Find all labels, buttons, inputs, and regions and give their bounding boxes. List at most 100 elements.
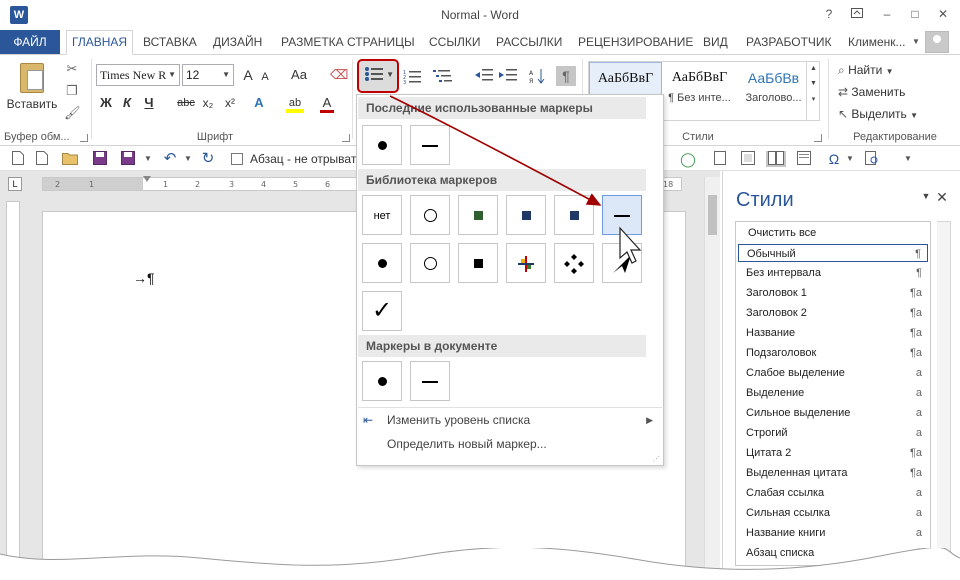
tab-review[interactable]: РЕЦЕНЗИРОВАНИЕ [578,30,693,54]
underline-button[interactable]: Ч [142,93,156,113]
bullet-option-green-square[interactable] [458,195,498,235]
bullet-option-checkmark[interactable]: ✓ [362,291,402,331]
style-item[interactable]: Подзаголовок ¶a [738,344,928,362]
format-painter-icon[interactable]: 🖌 [64,105,81,121]
bold-button[interactable]: Ж [98,93,114,113]
style-item[interactable]: Цитата 2 ¶a [738,444,928,462]
style-heading1-sample[interactable]: АаБбВв Заголово... [737,62,810,120]
undo-icon[interactable]: ↶ [162,151,178,167]
save-as-icon[interactable] [120,151,136,167]
bullet-option-diamond[interactable] [554,243,594,283]
chevron-down-icon[interactable]: ▼ [886,67,894,76]
bullet-option-arrowhead[interactable] [602,243,642,283]
web-layout-icon[interactable] [796,151,812,167]
clipboard-launcher-icon[interactable] [80,134,88,142]
styles-launcher-icon[interactable] [814,134,822,142]
increase-indent-icon[interactable] [498,68,518,84]
repeat-icon[interactable]: ↻ [200,151,216,167]
bullet-option-doc-dash[interactable] [410,361,450,401]
page-view-icon[interactable] [740,151,756,167]
bullet-option-circle[interactable] [410,195,450,235]
two-pages-icon[interactable] [766,151,786,167]
style-item[interactable]: Слабое выделение a [738,364,928,382]
scrollbar-thumb[interactable] [708,195,717,235]
style-no-spacing-sample[interactable]: АаБбВвГ ¶ Без инте... [663,62,736,120]
page-icon[interactable] [712,151,728,167]
style-item[interactable]: Выделение a [738,384,928,402]
help-icon[interactable]: ? [818,5,840,23]
symbol-icon[interactable]: Ω [826,151,842,167]
resize-grip-icon[interactable]: ⋰ [653,455,660,463]
shrink-font-button[interactable]: A [258,67,272,87]
chevron-down-icon[interactable]: ▼ [386,70,394,79]
highlight-button[interactable]: ab [286,93,304,113]
multilevel-list-icon[interactable] [432,68,454,84]
first-line-indent-marker[interactable] [143,176,151,182]
tab-file[interactable]: ФАЙЛ [0,30,60,54]
text-effects-button[interactable]: A [252,93,266,113]
style-item[interactable]: Название ¶a [738,324,928,342]
style-item[interactable]: Очистить все [738,224,928,242]
bullet-option-dash[interactable] [410,125,450,165]
styles-list-scrollbar[interactable] [937,221,951,566]
circle-shape-icon[interactable]: ◯ [680,151,696,167]
strikethrough-button[interactable]: abc [176,93,196,113]
vertical-scrollbar[interactable] [704,177,720,577]
define-new-bullet-item[interactable]: Определить новый маркер... [387,437,547,451]
chevron-down-icon[interactable]: ▼ [919,191,933,209]
style-item[interactable]: Сильное выделение a [738,404,928,422]
style-item[interactable]: Без интервала ¶ [738,264,928,282]
chevron-down-icon[interactable]: ▼ [180,151,196,167]
new-blank-icon[interactable] [34,151,50,167]
bullets-button[interactable]: ▼ [357,59,399,93]
bullet-option-disc-2[interactable] [362,243,402,283]
style-item[interactable]: Выделенная цитата ¶a [738,464,928,482]
find-button[interactable]: ⌕ Найти ▼ [838,61,894,79]
bullet-option-black-square[interactable] [458,243,498,283]
print-preview-icon[interactable] [864,151,880,167]
tab-page-layout[interactable]: РАЗМЕТКА СТРАНИЦЫ [281,30,415,54]
close-icon[interactable]: ✕ [935,189,949,207]
bullet-option-disc[interactable] [362,125,402,165]
bullet-option-dash-hover[interactable] [602,195,642,235]
font-launcher-icon[interactable] [342,134,350,142]
superscript-button[interactable]: x² [222,93,238,113]
tab-insert[interactable]: ВСТАВКА [143,30,197,54]
italic-button[interactable]: К [120,93,134,113]
select-button[interactable]: ↖ Выделить ▼ [838,105,918,123]
show-formatting-marks-icon[interactable]: ¶ [556,66,576,86]
bullet-option-navy-square-2[interactable] [554,195,594,235]
copy-icon[interactable]: ❐ [64,83,80,99]
tab-selector[interactable]: L [8,177,22,191]
style-item[interactable]: Заголовок 2 ¶a [738,304,928,322]
font-name-combo[interactable]: Times New R ▼ [96,64,180,86]
decrease-indent-icon[interactable] [474,68,494,84]
replace-button[interactable]: ⇄ Заменить [838,83,905,101]
style-item[interactable]: Слабая ссылка a [738,484,928,502]
numbering-icon[interactable]: 123 [402,68,424,86]
grow-font-button[interactable]: A [240,65,256,85]
chevron-down-icon[interactable]: ▼ [912,30,920,54]
styles-scroll[interactable]: ▲ ▼ ▾ [806,61,820,121]
change-list-level-item[interactable]: Изменить уровень списка [387,413,530,427]
chevron-down-icon[interactable]: ▼ [900,151,916,167]
style-item[interactable]: Обычный ¶ [738,244,928,262]
cut-icon[interactable]: ✂ [64,61,80,77]
tab-design[interactable]: ДИЗАЙН [213,30,262,54]
ribbon-display-options-icon[interactable] [846,5,868,23]
style-item[interactable]: Сильная ссылка a [738,504,928,522]
subscript-button[interactable]: x₂ [200,93,216,113]
style-item[interactable]: Название книги a [738,524,928,542]
new-document-icon[interactable] [10,151,26,167]
tab-references[interactable]: ССЫЛКИ [429,30,480,54]
avatar[interactable] [925,31,949,53]
bullet-option-navy-square[interactable] [506,195,546,235]
chevron-down-icon[interactable]: ▼ [222,65,230,85]
more-icon[interactable]: ▾ [807,95,820,103]
vertical-ruler[interactable] [6,201,20,571]
clear-formatting-icon[interactable]: ⌫ [330,65,348,85]
font-size-combo[interactable]: 12 ▼ [182,64,234,86]
keep-with-next-checkbox[interactable] [231,153,243,165]
tab-home[interactable]: ГЛАВНАЯ [66,30,134,55]
save-icon[interactable] [92,151,108,167]
